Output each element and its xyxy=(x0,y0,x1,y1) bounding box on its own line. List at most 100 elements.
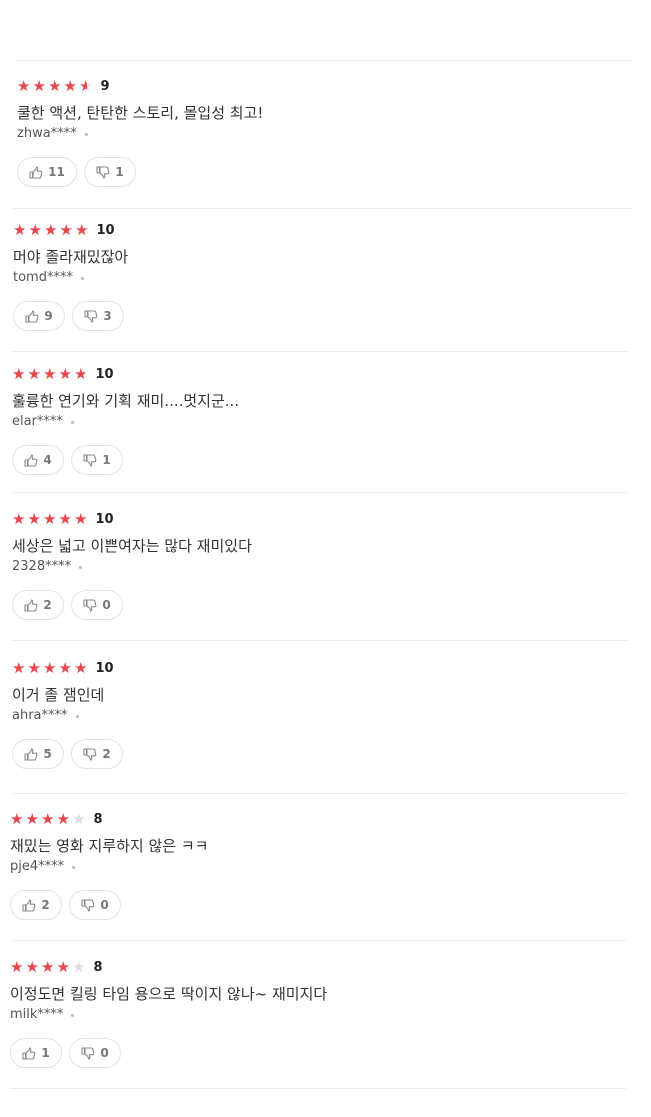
review-item: ★ ★ ★ ★ ★ ★ ★ ★ ★ ★ 10 세상은 넓고 이쁜여자는 많다 재미있다 2328*… xyxy=(12,509,252,634)
thumbs-down-icon xyxy=(84,309,98,323)
separator-dot xyxy=(75,714,79,718)
like-button[interactable]: 2 xyxy=(10,890,62,920)
rating-score: 10 xyxy=(95,660,114,676)
separator-dot xyxy=(84,132,88,136)
review-text: 재밌는 영화 지루하지 않은 ㅋㅋ xyxy=(10,837,209,855)
author-name: zhwa**** xyxy=(17,126,77,141)
rating-row: ★ ★ ★ ★ ★ ★ ★ ★ ★ ★ 10 xyxy=(12,509,252,529)
vote-buttons: 2 0 xyxy=(12,590,252,620)
like-button[interactable]: 5 xyxy=(12,739,64,769)
review-author: ahra**** xyxy=(12,707,123,725)
star-icon: ★★ xyxy=(74,509,88,528)
star-icon: ★★ xyxy=(13,220,27,239)
author-name: 2328**** xyxy=(12,559,72,574)
like-button[interactable]: 11 xyxy=(17,157,77,187)
thumbs-up-icon xyxy=(24,747,38,761)
review-item: ★ ★ ★ ★ ★ ★ ★ ★ ★ ★ 10 훌륭한 연기와 기획 재미....멋지군... el… xyxy=(12,364,239,489)
dislike-button[interactable]: 2 xyxy=(71,739,123,769)
star-icon: ★★ xyxy=(79,76,93,95)
author-name: pje4**** xyxy=(10,859,65,874)
star-rating: ★★★★★★★★★★ xyxy=(12,509,90,528)
review-text: 쿨한 액션, 탄탄한 스토리, 몰입성 최고! xyxy=(17,104,264,122)
star-icon: ★★ xyxy=(48,76,62,95)
review-text: 이정도면 킬링 타임 용으로 딱이지 않나~ 재미지다 xyxy=(10,985,328,1003)
star-icon: ★★ xyxy=(32,76,46,95)
star-icon: ★★ xyxy=(27,364,41,383)
separator-dot xyxy=(80,276,84,280)
thumbs-up-icon xyxy=(25,309,39,323)
dislike-count: 1 xyxy=(102,453,111,467)
rating-row: ★ ★ ★ ★ ★ ★ ★ ★ ★ ★ 10 xyxy=(13,220,128,240)
like-button[interactable]: 2 xyxy=(12,590,64,620)
rating-row: ★★★★★★★★★★ 8 xyxy=(10,957,327,977)
star-icon: ★★ xyxy=(12,364,26,383)
author-name: tomd**** xyxy=(13,270,73,285)
star-icon: ★★ xyxy=(75,220,89,239)
star-icon: ★★ xyxy=(43,658,57,677)
review-item: ★ ★ ★ ★ ★ ★ ★ ★ ★ ★ 9 쿨한 액션, 탄탄한 스토리, 몰입성 최고! zhw… xyxy=(17,76,263,201)
dislike-button[interactable]: 3 xyxy=(72,301,124,331)
vote-buttons: 4 1 xyxy=(12,445,239,475)
thumbs-down-icon xyxy=(81,1046,95,1060)
dislike-button[interactable]: 1 xyxy=(84,157,136,187)
star-icon: ★★ xyxy=(56,809,70,828)
like-count: 5 xyxy=(43,747,52,761)
review-item: ★★★★★★★★★★ 8 이정도면 킬링 타임 용으로 딱이지 않나~ 재미지다… xyxy=(10,957,327,1082)
star-icon: ★★ xyxy=(74,658,88,677)
like-count: 2 xyxy=(43,598,52,612)
rating-row: ★★★★★★★★★★ 8 xyxy=(10,809,208,829)
rating-score: 10 xyxy=(96,222,115,238)
review-text: 세상은 넓고 이쁜여자는 많다 재미있다 xyxy=(12,537,252,555)
divider xyxy=(13,208,631,209)
dislike-count: 0 xyxy=(100,1046,109,1060)
review-item: ★ ★ ★ ★ ★ ★ ★ ★ ★ ★ 10 머야 졸라재밌잖아 tomd**** 9 3 xyxy=(13,220,128,345)
like-count: 1 xyxy=(41,1046,50,1060)
dislike-button[interactable]: 1 xyxy=(71,445,123,475)
thumbs-up-icon xyxy=(24,453,38,467)
separator-dot xyxy=(79,565,83,569)
separator-dot xyxy=(72,865,76,869)
star-icon: ★★ xyxy=(63,76,77,95)
rating-score: 8 xyxy=(93,811,103,827)
star-rating: ★★★★★★★★★★ xyxy=(17,76,95,95)
rating-score: 10 xyxy=(95,511,114,527)
like-count: 2 xyxy=(41,898,50,912)
review-text: 훌륭한 연기와 기획 재미....멋지군... xyxy=(12,392,240,410)
review-text: 머야 졸라재밌잖아 xyxy=(13,248,129,266)
thumbs-down-icon xyxy=(83,747,97,761)
star-icon: ★★ xyxy=(12,509,26,528)
review-text: 이거 졸 잼인데 xyxy=(12,686,105,704)
divider xyxy=(12,640,628,641)
review-item: ★ ★ ★ ★ ★ ★ ★ ★ ★ ★ 10 이거 졸 잼인데 ahra**** 5 2 xyxy=(12,658,123,783)
like-button[interactable]: 9 xyxy=(13,301,65,331)
review-author: tomd**** xyxy=(13,269,128,287)
rating-row: ★ ★ ★ ★ ★ ★ ★ ★ ★ ★ 10 xyxy=(12,364,239,384)
thumbs-up-icon xyxy=(24,598,38,612)
star-icon: ★★ xyxy=(28,220,42,239)
author-name: milk**** xyxy=(10,1007,64,1022)
star-rating: ★★★★★★★★★★ xyxy=(10,959,88,975)
thumbs-down-icon xyxy=(83,598,97,612)
star-rating: ★★★★★★★★★★ xyxy=(12,364,90,383)
rating-row: ★ ★ ★ ★ ★ ★ ★ ★ ★ ★ 10 xyxy=(12,658,123,678)
dislike-button[interactable]: 0 xyxy=(71,590,123,620)
star-rating: ★★★★★★★★★★ xyxy=(12,658,90,677)
review-author: zhwa**** xyxy=(17,125,263,143)
star-rating: ★★★★★★★★★★ xyxy=(13,220,91,239)
like-button[interactable]: 4 xyxy=(12,445,64,475)
divider xyxy=(12,351,628,352)
rating-score: 8 xyxy=(93,959,103,975)
thumbs-up-icon xyxy=(22,898,36,912)
star-icon: ★★ xyxy=(58,364,72,383)
dislike-button[interactable]: 0 xyxy=(69,890,121,920)
star-icon: ★★ xyxy=(27,658,41,677)
vote-buttons: 2 0 xyxy=(10,890,208,920)
star-icon: ★★ xyxy=(44,220,58,239)
like-count: 9 xyxy=(44,309,53,323)
review-item: ★★★★★★★★★★ 8 재밌는 영화 지루하지 않은 ㅋㅋ pje4**** … xyxy=(10,809,208,934)
like-button[interactable]: 1 xyxy=(10,1038,62,1068)
thumbs-down-icon xyxy=(96,165,110,179)
dislike-button[interactable]: 0 xyxy=(69,1038,121,1068)
vote-buttons: 5 2 xyxy=(12,739,123,769)
divider xyxy=(15,60,631,61)
